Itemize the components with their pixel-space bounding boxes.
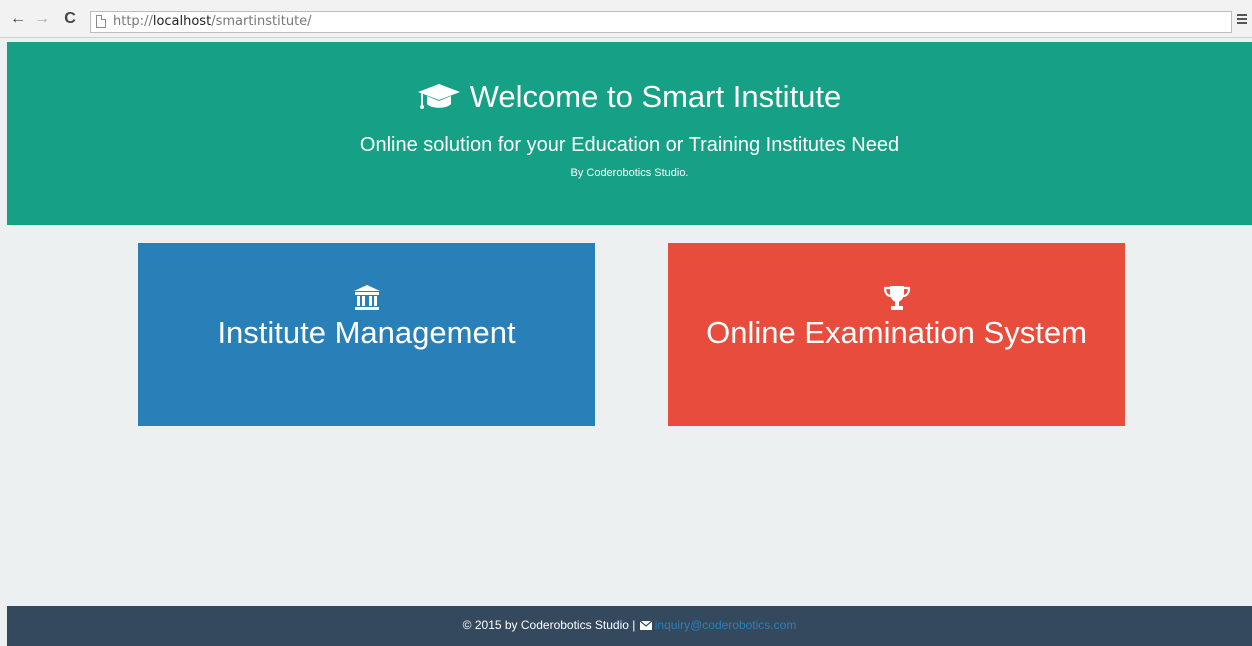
page-byline: By Coderobotics Studio. — [570, 167, 689, 179]
online-examination-tile[interactable]: Online Examination System — [668, 243, 1125, 426]
page-title-text: Welcome to Smart Institute — [469, 79, 842, 114]
page-icon — [96, 15, 106, 28]
page-footer: © 2015 by Coderobotics Studio | inquiry@… — [7, 606, 1252, 646]
url-scheme: http:// — [113, 14, 153, 29]
address-bar[interactable]: http://localhost/smartinstitute/ — [90, 11, 1232, 33]
institute-management-tile[interactable]: Institute Management — [138, 243, 595, 426]
url-path: /smartinstitute/ — [211, 14, 312, 29]
back-arrow-icon[interactable]: ← — [8, 9, 28, 29]
url-host: localhost — [152, 14, 212, 29]
institute-management-label: Institute Management — [217, 315, 516, 350]
hero-header: Welcome to Smart Institute Online soluti… — [7, 42, 1252, 225]
footer-copyright: © 2015 by Coderobotics Studio | — [462, 618, 639, 632]
footer-email-link[interactable]: inquiry@coderobotics.com — [655, 618, 797, 632]
browser-menu-icon[interactable] — [1237, 14, 1247, 24]
online-examination-label: Online Examination System — [706, 315, 1087, 350]
page-title: Welcome to Smart Institute — [7, 79, 1252, 115]
envelope-icon — [639, 621, 652, 630]
trophy-icon — [883, 286, 910, 310]
graduation-cap-icon — [417, 84, 460, 109]
browser-toolbar: ← → C http://localhost/smartinstitute/ — [0, 0, 1252, 38]
institution-icon — [353, 285, 380, 310]
forward-arrow-icon[interactable]: → — [32, 9, 52, 29]
url-text[interactable]: http://localhost/smartinstitute/ — [113, 12, 312, 32]
reload-icon[interactable]: C — [60, 9, 80, 29]
page-subtitle: Online solution for your Education or Tr… — [359, 134, 900, 156]
